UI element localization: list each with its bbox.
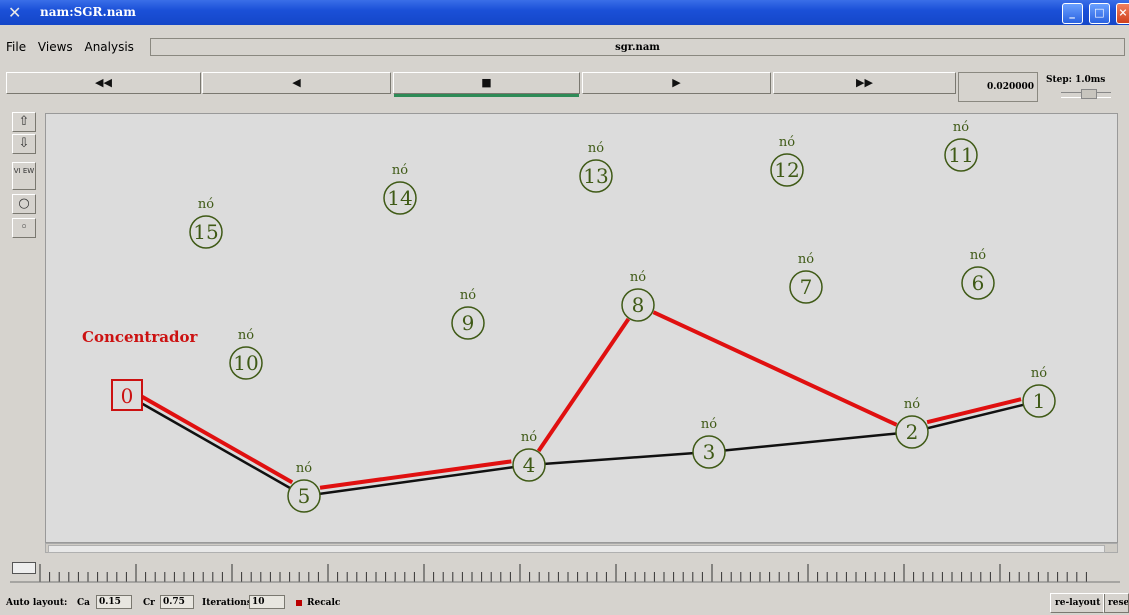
hub-node-id: 0 (121, 384, 134, 408)
flow-line-2-1 (926, 397, 1022, 425)
title-bar: ✕ nam:SGR.nam _ □ × (0, 0, 1129, 25)
node-caption-6: nó (970, 248, 986, 263)
node-id-9: 9 (462, 311, 475, 335)
timeline-ticks (10, 564, 1120, 583)
circle-large-icon[interactable]: ○ (12, 194, 36, 214)
cr-input[interactable]: 0.75 (160, 595, 194, 609)
iterations-label: Iterations (202, 598, 252, 608)
node-id-7: 7 (800, 275, 813, 299)
iterations-input[interactable]: 10 (249, 595, 285, 609)
x-logo-icon: ✕ (8, 3, 22, 22)
node-id-11: 11 (948, 143, 973, 167)
network-graph: 0 Concentrador 1 nó 2 nó 3 nó 4 nó 5 nó 6 nó 7 nó 8 nó 9 nó… (82, 120, 1056, 513)
node-id-15: 15 (193, 220, 218, 244)
play-button[interactable]: ▶ (582, 72, 771, 94)
fast-rewind-button[interactable]: ◀◀ (6, 72, 201, 94)
menu-analysis[interactable]: Analysis (84, 40, 133, 54)
flow-line-5-4 (319, 459, 512, 490)
step-label: Step: 1.0ms (1046, 75, 1106, 85)
node-caption-5: nó (296, 461, 312, 476)
minimize-button[interactable]: _ (1061, 3, 1083, 24)
window-title: nam:SGR.nam (40, 5, 136, 19)
node-id-4: 4 (523, 453, 536, 477)
node-caption-4: nó (521, 430, 537, 445)
node-caption-8: nó (630, 270, 646, 285)
node-caption-13: nó (588, 141, 604, 156)
node-caption-7: nó (798, 252, 814, 267)
ca-input[interactable]: 0.15 (96, 595, 132, 609)
recalc-checkbox[interactable] (296, 600, 302, 606)
maximize-button[interactable]: □ (1088, 3, 1110, 24)
filename-label: sgr.nam (150, 38, 1125, 56)
node-caption-3: nó (701, 417, 717, 432)
hub-label: Concentrador (82, 328, 198, 346)
node-id-12: 12 (774, 158, 799, 182)
zoom-out-icon[interactable]: ⇩ (12, 134, 36, 154)
link-line-0-5 (126, 393, 305, 498)
ca-label: Ca (77, 598, 90, 608)
auto-layout-label: Auto layout: (6, 598, 68, 608)
stop-button[interactable]: ■ (393, 72, 580, 97)
node-caption-15: nó (198, 197, 214, 212)
menu-file[interactable]: File (6, 40, 26, 54)
node-caption-10: nó (238, 328, 254, 343)
node-id-3: 3 (703, 440, 716, 464)
relayout-button[interactable]: re-layout (1050, 593, 1106, 613)
recalc-label: Recalc (307, 598, 341, 608)
circle-small-icon[interactable]: ◦ (12, 218, 36, 238)
node-id-10: 10 (233, 351, 258, 375)
node-id-2: 2 (906, 420, 919, 444)
scrollbar-thumb[interactable] (48, 545, 1105, 553)
menu-bar: File Views Analysis sgr.nam (0, 37, 1129, 57)
node-caption-9: nó (460, 288, 476, 303)
flow-line-0-5 (141, 394, 294, 485)
node-caption-11: nó (953, 120, 969, 135)
node-id-8: 8 (632, 293, 645, 317)
flow-line-4-8 (536, 317, 631, 453)
node-id-13: 13 (583, 164, 608, 188)
menu-views[interactable]: Views (38, 40, 73, 54)
node-caption-14: nó (392, 163, 408, 178)
link-line-2-1 (911, 399, 1040, 434)
time-display: 0.020000 (958, 72, 1038, 102)
flow-line-8-2 (652, 310, 898, 427)
close-button[interactable]: × (1116, 3, 1129, 24)
fast-forward-button[interactable]: ▶▶ (773, 72, 956, 94)
node-id-14: 14 (387, 186, 412, 210)
link-line-3-2 (708, 430, 913, 454)
node-id-6: 6 (972, 271, 985, 295)
step-slider-knob[interactable] (1081, 89, 1097, 99)
node-caption-1: nó (1031, 366, 1047, 381)
link-line-4-3 (528, 450, 710, 467)
link-line-5-4 (303, 463, 530, 498)
view-button[interactable]: VI EW (12, 162, 36, 190)
cr-label: Cr (143, 598, 155, 608)
node-id-1: 1 (1033, 389, 1046, 413)
reset-button[interactable]: reset (1103, 593, 1129, 613)
node-id-5: 5 (298, 484, 311, 508)
zoom-in-icon[interactable]: ⇧ (12, 112, 36, 132)
step-control[interactable]: Step: 1.0ms (1043, 72, 1125, 102)
auto-layout-bar: Auto layout: Ca 0.15 Cr 0.75 Iterations … (0, 592, 1129, 615)
rewind-button[interactable]: ◀ (202, 72, 391, 94)
network-canvas[interactable]: 0 Concentrador 1 nó 2 nó 3 nó 4 nó 5 nó 6 nó 7 nó 8 nó 9 nó… (45, 113, 1118, 543)
node-caption-12: nó (779, 135, 795, 150)
horizontal-scrollbar[interactable] (45, 543, 1118, 553)
node-caption-2: nó (904, 397, 920, 412)
timeline[interactable] (10, 562, 1120, 584)
